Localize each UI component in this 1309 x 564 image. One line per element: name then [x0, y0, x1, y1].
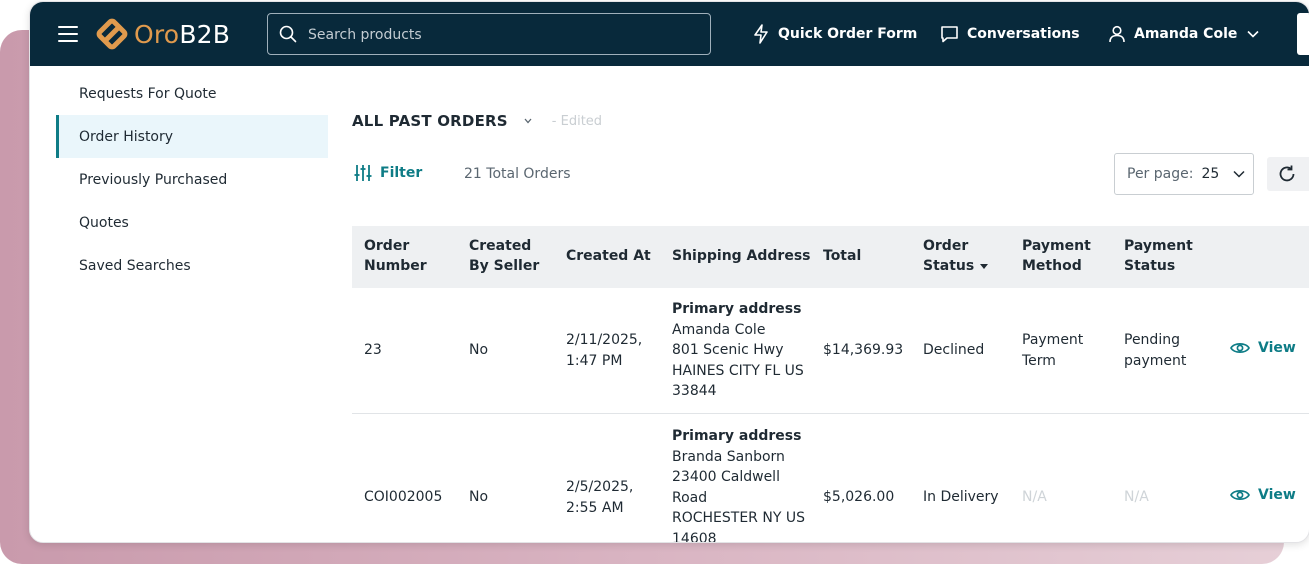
conversations-label: Conversations — [967, 26, 1080, 42]
page-title: ALL PAST ORDERS — [352, 112, 508, 130]
chevron-down-icon — [1247, 30, 1259, 38]
lightning-icon — [754, 24, 768, 44]
filter-sliders-icon — [354, 165, 372, 181]
sidebar-item-label: Requests For Quote — [79, 85, 217, 102]
sidebar-item-label: Quotes — [79, 214, 129, 231]
search-icon[interactable] — [279, 25, 297, 43]
chevron-down-icon[interactable] — [524, 118, 532, 124]
conversations-link[interactable]: Conversations — [940, 22, 1080, 46]
quick-order-form-link[interactable]: Quick Order Form — [752, 22, 917, 46]
grid-view-selector[interactable]: ALL PAST ORDERS - Edited — [352, 112, 602, 130]
sidebar-item-previously-purchased[interactable]: Previously Purchased — [56, 158, 328, 201]
sidebar-item-requests-for-quote[interactable]: Requests For Quote — [56, 72, 328, 115]
order-status: Declined — [923, 342, 985, 358]
sidebar-item-saved-searches[interactable]: Saved Searches — [56, 244, 328, 287]
filter-label: Filter — [380, 165, 423, 181]
logo-icon — [96, 18, 128, 50]
payment-method: Payment Term — [1022, 332, 1084, 369]
chevron-down-icon — [1233, 170, 1245, 178]
table-header: Order Number Created By Seller Created At … — [352, 226, 1309, 288]
user-menu[interactable]: Amanda Cole — [1108, 22, 1259, 46]
logo[interactable]: OroB2B — [96, 17, 230, 51]
total-orders-count: 21 Total Orders — [464, 166, 571, 182]
filter-button[interactable]: Filter — [354, 164, 422, 182]
user-icon — [1109, 25, 1125, 43]
app-window: OroB2B Quick Order Form Conversations — [29, 1, 1309, 543]
table-row: COI002005 No 2/5/2025, 2:55 AM Primary ad… — [352, 414, 1309, 543]
eye-icon — [1230, 490, 1250, 500]
sort-down-icon — [980, 263, 989, 269]
orders-table: Order Number Created By Seller Created At … — [352, 226, 1309, 543]
created-at: 2/5/2025, 2:55 AM — [566, 479, 634, 516]
column-header-payment-status[interactable]: Payment Status — [1124, 236, 1193, 276]
column-header-payment-method[interactable]: Payment Method — [1022, 236, 1091, 276]
per-page-select[interactable]: Per page: 25 — [1114, 153, 1254, 195]
sidebar-item-quotes[interactable]: Quotes — [56, 201, 328, 244]
shipping-address: Primary address Branda Sanborn 23400 Cal… — [672, 428, 805, 543]
chat-bubble-icon — [941, 26, 958, 43]
sidebar-item-order-history[interactable]: Order History — [56, 115, 328, 158]
order-number: COI002005 — [364, 489, 443, 505]
column-header-order-number[interactable]: Order Number — [364, 236, 427, 276]
view-order-link[interactable]: View — [1230, 340, 1296, 356]
column-header-order-status[interactable]: Order Status — [923, 236, 989, 276]
sidebar-item-label: Order History — [79, 128, 174, 145]
quick-order-form-label: Quick Order Form — [778, 26, 918, 42]
order-number: 23 — [364, 342, 382, 358]
created-by-seller: No — [469, 489, 489, 505]
order-total: $5,026.00 — [823, 489, 895, 505]
sidebar-item-label: Saved Searches — [79, 257, 191, 274]
refresh-icon — [1279, 165, 1295, 182]
order-status: In Delivery — [923, 489, 999, 505]
menu-icon[interactable] — [58, 26, 78, 42]
column-header-shipping-address[interactable]: Shipping Address — [672, 246, 811, 266]
top-header: OroB2B Quick Order Form Conversations — [30, 2, 1309, 66]
search-box — [267, 13, 711, 55]
per-page-value: 25 — [1201, 166, 1220, 182]
payment-method: N/A — [1022, 489, 1047, 505]
table-row: 23 No 2/11/2025, 1:47 PM Primary address … — [352, 288, 1309, 414]
sidebar: Requests For Quote Order History Previou… — [56, 72, 328, 287]
per-page-label: Per page: — [1127, 166, 1194, 182]
column-header-created-by-seller[interactable]: Created By Seller — [469, 236, 539, 276]
payment-status: N/A — [1124, 489, 1149, 505]
logo-text: OroB2B — [134, 19, 231, 49]
eye-icon — [1230, 343, 1250, 353]
created-at: 2/11/2025, 1:47 PM — [566, 332, 643, 369]
header-edge-button[interactable] — [1297, 13, 1309, 55]
order-total: $14,369.93 — [823, 342, 904, 358]
column-header-total[interactable]: Total — [823, 246, 861, 266]
search-input[interactable] — [306, 22, 700, 48]
payment-status: Pending payment — [1124, 332, 1187, 369]
user-name: Amanda Cole — [1134, 26, 1238, 42]
created-by-seller: No — [469, 342, 489, 358]
shipping-address: Primary address Amanda Cole 801 Scenic H… — [672, 301, 804, 399]
edited-label: - Edited — [551, 113, 603, 129]
view-order-link[interactable]: View — [1230, 487, 1296, 503]
column-header-created-at[interactable]: Created At — [566, 246, 651, 266]
sidebar-item-label: Previously Purchased — [79, 171, 228, 188]
refresh-button[interactable] — [1267, 157, 1309, 191]
